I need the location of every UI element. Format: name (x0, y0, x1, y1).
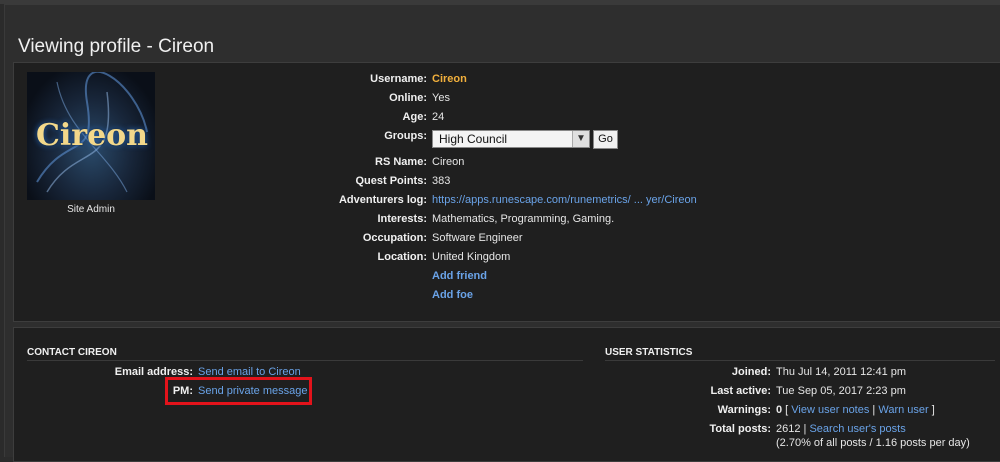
groups-label: Groups: (384, 130, 427, 142)
advlog-link[interactable]: https://apps.runescape.com/runemetrics/ … (432, 194, 697, 206)
interests-label: Interests: (377, 213, 427, 225)
profile-panel (13, 62, 1000, 322)
age-value: 24 (432, 111, 445, 123)
groups-select[interactable]: High Council ▼ (432, 130, 590, 148)
joined-label: Joined: (731, 366, 771, 378)
posts-detail: (2.70% of all posts / 1.16 posts per day… (776, 437, 970, 449)
warnings-separator: | (869, 404, 879, 416)
stats-heading: USER STATISTICS (605, 347, 693, 358)
lastactive-label: Last active: (710, 385, 771, 397)
posts-count: 2612 (776, 423, 801, 435)
add-foe-link[interactable]: Add foe (432, 289, 473, 301)
joined-value: Thu Jul 14, 2011 12:41 pm (776, 366, 907, 378)
warnings-value: 0 [ View user notes | Warn user ] (776, 404, 935, 416)
occupation-value: Software Engineer (432, 232, 523, 244)
online-value: Yes (432, 92, 450, 104)
advlog-label: Adventurers log: (338, 194, 427, 206)
questpoints-label: Quest Points: (355, 175, 427, 187)
occupation-label: Occupation: (362, 232, 427, 244)
view-user-notes-link[interactable]: View user notes (791, 404, 869, 416)
stats-divider (605, 360, 995, 361)
pm-highlight-box (165, 377, 312, 405)
lastactive-value: Tue Sep 05, 2017 2:23 pm (776, 385, 906, 397)
rsname-label: RS Name: (375, 156, 427, 168)
age-label: Age: (402, 111, 427, 123)
add-friend-link[interactable]: Add friend (432, 270, 487, 282)
contact-divider (27, 360, 583, 361)
posts-value: 2612 | Search user's posts (776, 423, 906, 435)
username-value[interactable]: Cireon (432, 73, 467, 85)
posts-label: Total posts: (709, 423, 771, 435)
warnings-open-bracket: [ (782, 404, 792, 416)
online-label: Online: (389, 92, 427, 104)
warnings-label: Warnings: (717, 404, 771, 416)
contact-heading: CONTACT CIREON (27, 347, 117, 358)
questpoints-value: 383 (432, 175, 451, 187)
location-value: United Kingdom (432, 251, 511, 263)
rsname-value: Cireon (432, 156, 465, 168)
chevron-down-icon[interactable]: ▼ (572, 131, 589, 147)
warn-user-link[interactable]: Warn user (878, 404, 928, 416)
go-button[interactable]: Go (593, 130, 618, 149)
rank-title: Site Admin (67, 204, 115, 215)
avatar: Cireon (27, 72, 155, 200)
groups-selected-value: High Council (439, 132, 508, 146)
warnings-close-bracket: ] (928, 404, 935, 416)
location-label: Location: (377, 251, 428, 263)
page-title: Viewing profile - Cireon (18, 36, 215, 57)
interests-value: Mathematics, Programming, Gaming. (432, 213, 615, 225)
avatar-text: Cireon (36, 118, 148, 153)
search-posts-link[interactable]: Search user's posts (809, 423, 905, 435)
username-label: Username: (370, 73, 427, 85)
